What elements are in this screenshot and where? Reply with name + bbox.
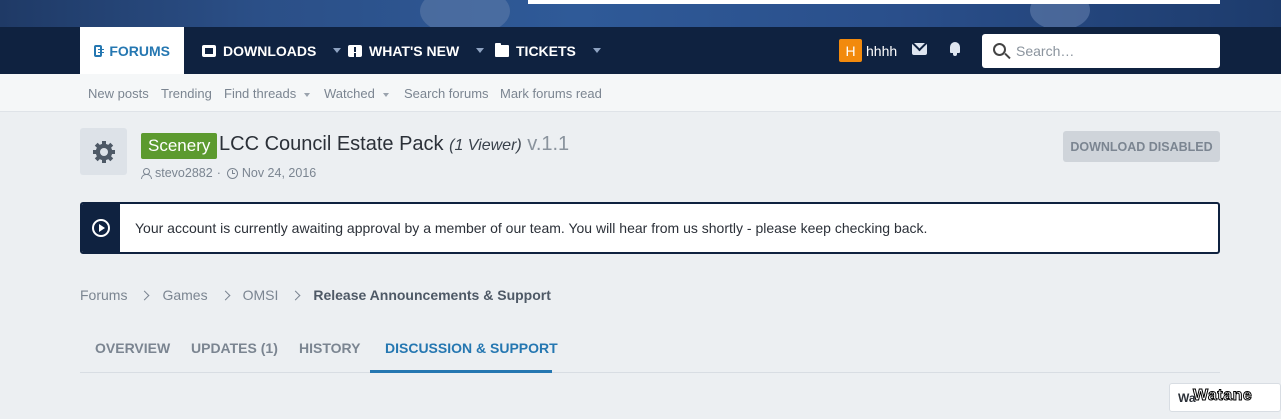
- viewer-count: (1 Viewer): [449, 137, 522, 154]
- prefix-badge[interactable]: Scenery: [141, 133, 218, 159]
- nav-tab-label: WHAT'S NEW: [369, 42, 460, 59]
- resource-date[interactable]: Nov 24, 2016: [242, 166, 316, 180]
- subnav-find-threads[interactable]: Find threads: [224, 86, 311, 101]
- clock-icon: [226, 167, 238, 179]
- user-icon: [141, 167, 152, 179]
- tab-overview[interactable]: OVERVIEW: [95, 340, 170, 356]
- chevron-down-icon[interactable]: [382, 92, 389, 97]
- breadcrumb-games[interactable]: Games: [162, 287, 207, 303]
- resource-meta: stevo2882 · Nov 24, 2016: [141, 166, 316, 180]
- inbox-icon[interactable]: [912, 43, 927, 55]
- subnav-label: Watched: [324, 86, 375, 101]
- avatar[interactable]: H: [839, 39, 862, 62]
- breadcrumb: Forums Games OMSI Release Announcements …: [80, 287, 551, 303]
- gear-icon: [92, 140, 115, 163]
- subnav-watched[interactable]: Watched: [324, 86, 389, 101]
- nav-tab-whats-new[interactable]: WHAT'S NEW: [348, 27, 485, 74]
- watermark: Watane: [1192, 387, 1253, 405]
- breadcrumb-forums[interactable]: Forums: [80, 287, 127, 303]
- chevron-right-icon: [140, 290, 150, 300]
- chevron-down-icon[interactable]: [333, 48, 342, 53]
- chevron-right-icon: [290, 290, 301, 300]
- banner-art: [1030, 0, 1090, 27]
- tab-discussion-support[interactable]: DISCUSSION & SUPPORT: [385, 340, 558, 356]
- chevron-right-icon: [220, 290, 231, 300]
- banner-art: [420, 0, 510, 27]
- whats-new-icon: [348, 44, 362, 57]
- gear-hub: [99, 147, 108, 156]
- bell-icon[interactable]: [948, 41, 962, 56]
- search-placeholder: Search…: [1016, 43, 1075, 59]
- nav-tab-downloads[interactable]: DOWNLOADS: [202, 27, 342, 74]
- subnav-search-forums[interactable]: Search forums: [404, 86, 489, 101]
- notice-sidebar: [82, 204, 120, 252]
- subnav-trending[interactable]: Trending: [161, 86, 212, 101]
- play-icon: [92, 219, 110, 237]
- meta-separator: ·: [216, 166, 221, 180]
- sub-navigation: New posts Trending Find threads Watched …: [0, 74, 1281, 112]
- breadcrumb-omsi[interactable]: OMSI: [243, 287, 279, 303]
- chevron-down-icon[interactable]: [592, 48, 601, 53]
- breadcrumb-current[interactable]: Release Announcements & Support: [313, 287, 551, 303]
- search-input[interactable]: Search…: [982, 34, 1220, 68]
- subnav-label: Find threads: [224, 86, 297, 101]
- resource-title: LCC Council Estate Pack: [219, 133, 444, 155]
- nav-tab-label: TICKETS: [516, 42, 576, 59]
- subnav-new-posts[interactable]: New posts: [88, 86, 149, 101]
- page-title: LCC Council Estate Pack (1 Viewer) v.1.1: [219, 133, 569, 156]
- search-icon: [993, 43, 1006, 56]
- active-tab-indicator: [370, 370, 552, 373]
- tab-updates[interactable]: UPDATES (1): [191, 340, 278, 356]
- tab-history[interactable]: HISTORY: [299, 340, 360, 356]
- header-banner: [0, 0, 1281, 27]
- download-disabled-button[interactable]: DOWNLOAD DISABLED: [1063, 131, 1220, 162]
- chevron-down-icon[interactable]: [304, 92, 311, 97]
- approval-notice: Your account is currently awaiting appro…: [80, 202, 1220, 254]
- resource-author[interactable]: stevo2882: [155, 166, 213, 180]
- nav-tab-tickets[interactable]: TICKETS: [495, 27, 601, 74]
- nav-tab-label: FORUMS: [109, 42, 170, 59]
- folder-icon: [495, 42, 509, 57]
- resource-tabs: OVERVIEW UPDATES (1) HISTORY DISCUSSION …: [80, 330, 1220, 373]
- downloads-icon: [202, 44, 216, 57]
- nav-tab-label: DOWNLOADS: [223, 42, 317, 59]
- forums-icon: [94, 44, 105, 57]
- banner-strip: [528, 0, 1220, 4]
- chevron-down-icon[interactable]: [476, 48, 485, 53]
- notice-text: Your account is currently awaiting appro…: [135, 220, 928, 236]
- subnav-mark-forums-read[interactable]: Mark forums read: [500, 86, 602, 101]
- username[interactable]: hhhh: [866, 43, 897, 59]
- resource-version: v.1.1: [527, 133, 570, 155]
- nav-tab-forums[interactable]: FORUMS: [80, 27, 184, 74]
- resource-icon[interactable]: [80, 128, 127, 175]
